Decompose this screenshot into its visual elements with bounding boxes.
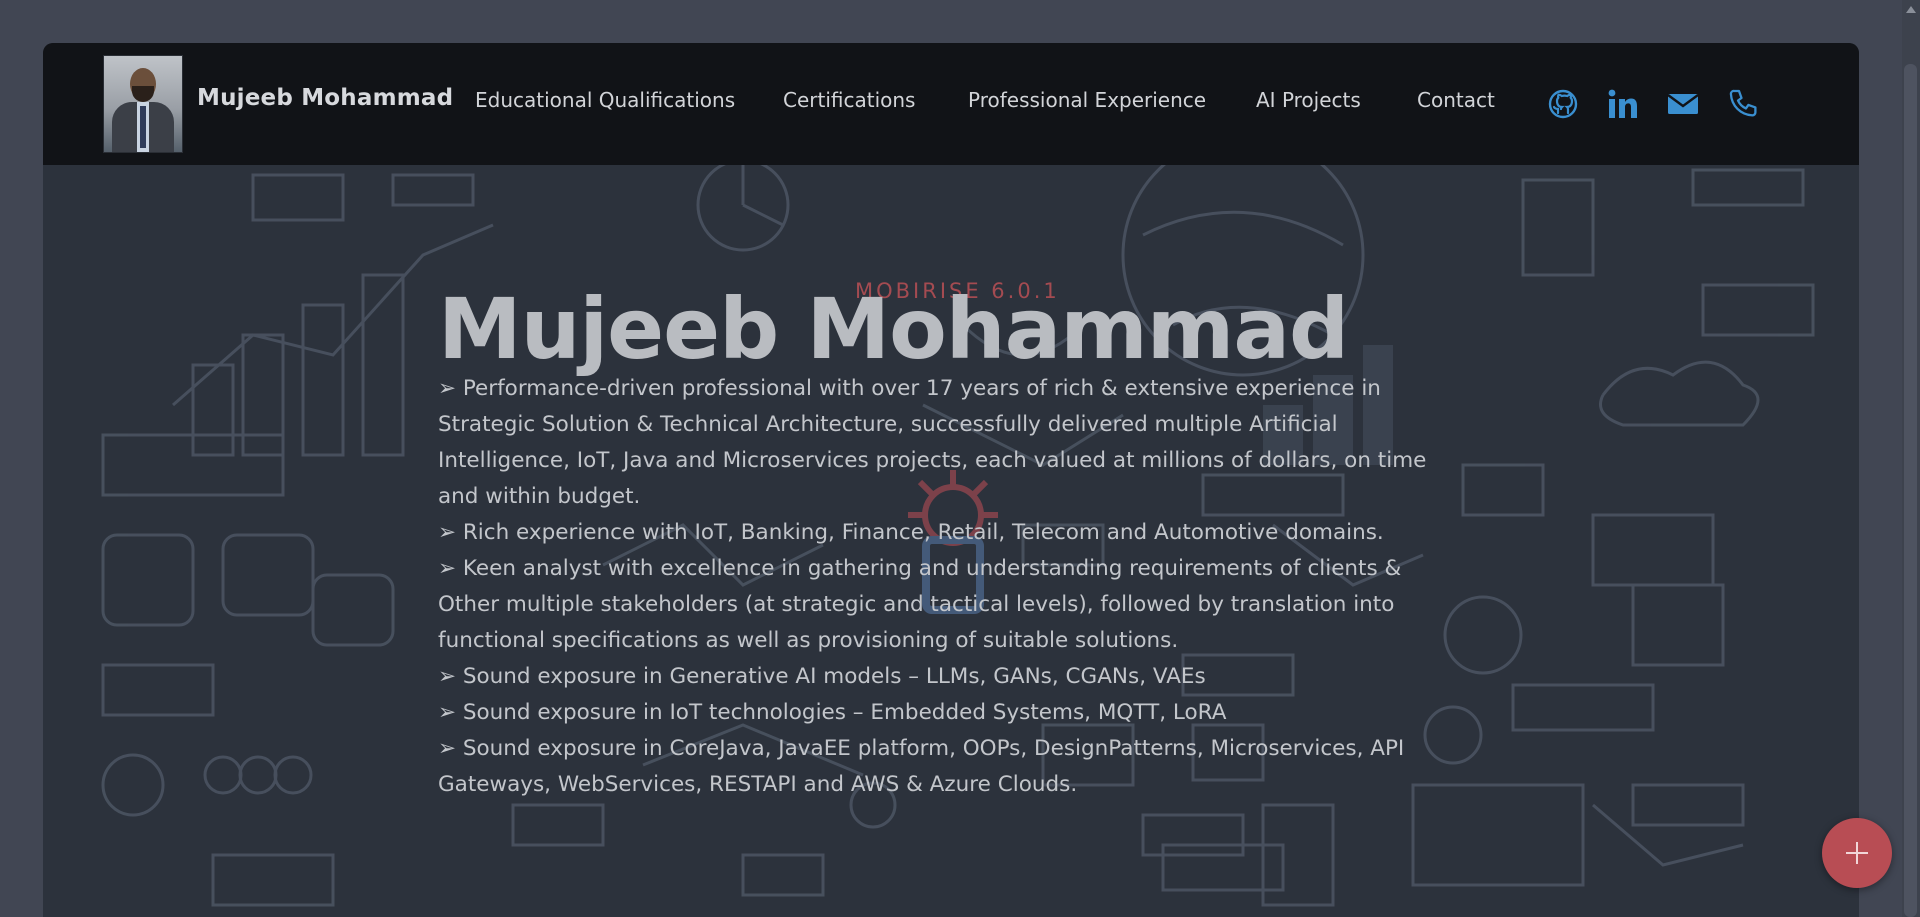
scrollbar-thumb[interactable] [1904, 64, 1917, 917]
add-button[interactable] [1822, 818, 1892, 888]
bio-line: ➢ Keen analyst with excellence in gather… [438, 556, 1402, 653]
bio-line: ➢ Performance-driven professional with o… [438, 376, 1427, 509]
bio-line: ➢ Sound exposure in IoT technologies – E… [438, 700, 1227, 725]
navbar: Mujeeb Mohammad Educational Qualificatio… [43, 43, 1859, 165]
mail-icon[interactable] [1666, 87, 1700, 121]
page-frame: Mujeeb Mohammad Educational Qualificatio… [43, 43, 1859, 917]
bio-text: ➢ Performance-driven professional with o… [438, 371, 1458, 803]
page-title: Mujeeb Mohammad [438, 280, 1349, 378]
bio-line: ➢ Sound exposure in Generative AI models… [438, 664, 1206, 689]
bio-line: ➢ Rich experience with IoT, Banking, Fin… [438, 520, 1384, 545]
phone-icon[interactable] [1726, 87, 1760, 121]
scroll-up-arrow-icon[interactable] [1906, 6, 1916, 13]
brand-name[interactable]: Mujeeb Mohammad [197, 85, 453, 111]
hero-section: MOBIRISE 6.0.1 Mujeeb Mohammad ➢ Perform… [43, 165, 1859, 917]
bio-line: ➢ Sound exposure in CoreJava, JavaEE pla… [438, 736, 1405, 797]
nav-certifications[interactable]: Certifications [783, 88, 915, 112]
nav-contact[interactable]: Contact [1417, 88, 1495, 112]
avatar[interactable] [103, 55, 183, 153]
nav-professional-experience[interactable]: Professional Experience [968, 88, 1206, 112]
scrollbar[interactable] [1902, 0, 1920, 917]
nav-educational-qualifications[interactable]: Educational Qualifications [475, 88, 735, 112]
nav-ai-projects[interactable]: AI Projects [1256, 88, 1361, 112]
linkedin-icon[interactable] [1606, 87, 1640, 121]
github-icon[interactable] [1546, 87, 1580, 121]
